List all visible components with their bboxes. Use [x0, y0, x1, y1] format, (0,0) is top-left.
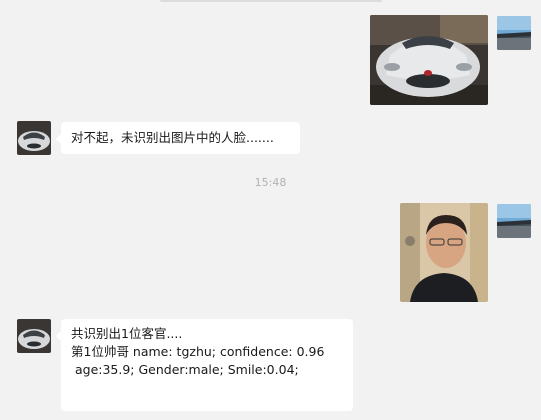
road-landscape-avatar-icon	[497, 204, 531, 238]
self-avatar[interactable]	[497, 16, 531, 50]
white-car-avatar-icon	[17, 121, 51, 155]
top-scroll-indicator	[160, 0, 382, 2]
message-line: 第1位帅哥 name: tgzhu; confidence: 0.96	[71, 344, 325, 359]
other-avatar[interactable]	[17, 121, 51, 155]
received-message-bubble[interactable]: 共识别出1位客官.... 第1位帅哥 name: tgzhu; confiden…	[56, 319, 353, 411]
sent-person-image[interactable]	[400, 203, 488, 302]
received-message-bubble[interactable]: 对不起，未识别出图片中的人脸.......	[56, 122, 300, 154]
road-landscape-avatar-icon	[497, 16, 531, 50]
message-line: age:35.9; Gender:male; Smile:0.04;	[71, 362, 299, 377]
self-avatar[interactable]	[497, 204, 531, 238]
sent-car-image[interactable]	[370, 15, 488, 105]
white-car-avatar-icon	[17, 319, 51, 353]
message-text: 对不起，未识别出图片中的人脸.......	[71, 130, 274, 145]
message-timestamp: 15:48	[254, 176, 287, 189]
message-line: 共识别出1位客官....	[71, 326, 183, 341]
other-avatar[interactable]	[17, 319, 51, 353]
